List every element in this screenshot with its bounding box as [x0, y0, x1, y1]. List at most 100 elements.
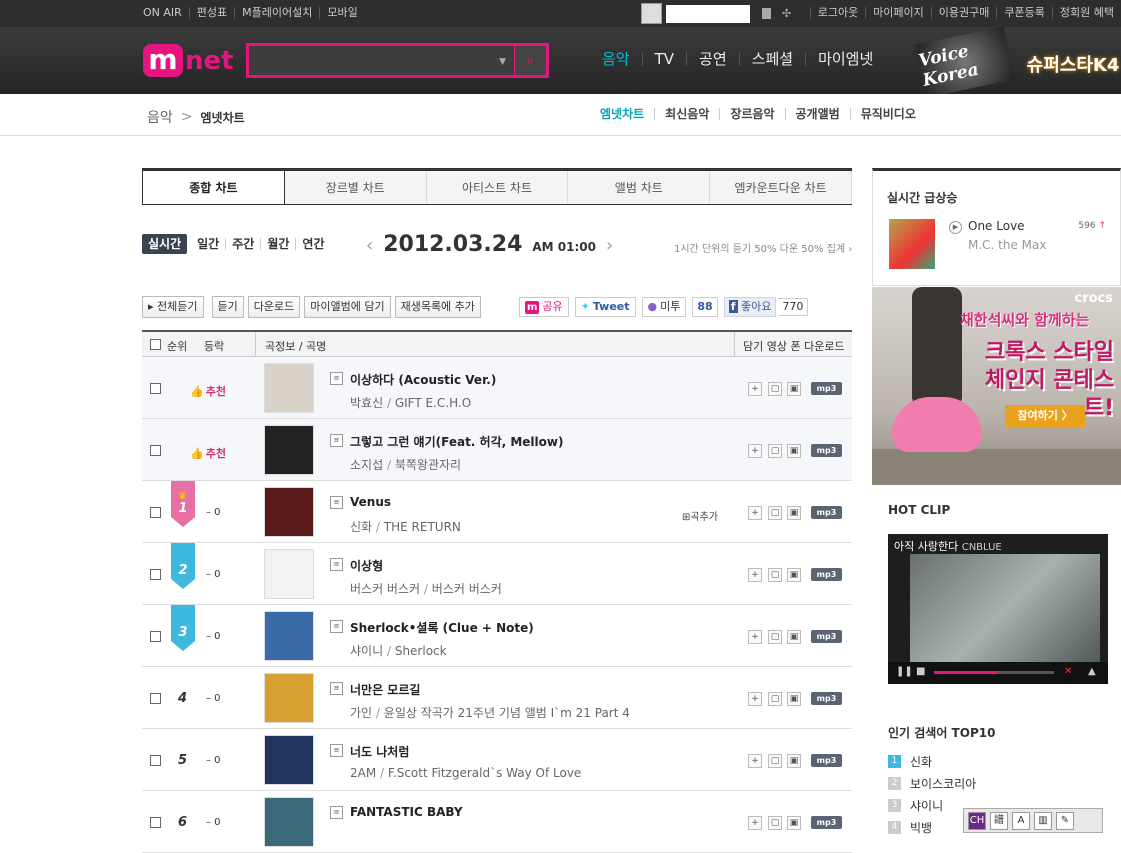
row-checkbox[interactable] [150, 631, 161, 642]
add-icon[interactable]: + [748, 382, 762, 396]
mute-icon[interactable]: ✕ [1064, 666, 1072, 677]
phone-icon[interactable]: ▣ [787, 754, 801, 768]
user-name-box[interactable] [666, 5, 750, 23]
search-dropdown-icon[interactable]: ▼ [499, 57, 506, 67]
tweet-button[interactable]: ✦ Tweet [574, 297, 636, 317]
artist-name[interactable]: 버스커 버스커 [350, 582, 420, 596]
phone-icon[interactable]: ▣ [787, 816, 801, 830]
add-to-playlist-button[interactable]: 재생목록에 추가 [394, 296, 481, 318]
add-icon[interactable]: + [748, 568, 762, 582]
phone-icon[interactable]: ▣ [787, 382, 801, 396]
album-name[interactable]: GIFT E.C.H.O [395, 396, 471, 410]
metoo-button[interactable]: ● 미투 [641, 297, 687, 317]
song-title[interactable]: Sherlock•셜록 (Clue + Note) [350, 619, 534, 636]
album-thumb[interactable] [264, 363, 314, 413]
search-icon[interactable]: ⌕ [514, 46, 546, 75]
video-icon[interactable]: ▢ [768, 382, 782, 396]
mp3-download-button[interactable]: mp3 [811, 692, 842, 705]
search-input[interactable]: ▼ ⌕ [246, 43, 549, 78]
song-title[interactable]: 그렇고 그런 얘기(Feat. 허각, Mellow) [350, 433, 563, 450]
pause-icon[interactable]: ❚❚ [896, 666, 913, 677]
keyword-text[interactable]: 샤이니 [910, 797, 943, 814]
add-to-my-album-button[interactable]: 마이앨범에 담기 [304, 296, 391, 318]
row-checkbox[interactable] [150, 383, 161, 394]
video-screen[interactable] [910, 554, 1100, 664]
keyword-item[interactable]: 1 신화 [888, 753, 932, 770]
artist-name[interactable]: 가인 [350, 706, 372, 720]
add-icon[interactable]: + [748, 816, 762, 830]
song-title[interactable]: Venus [350, 495, 391, 509]
ime-char-button[interactable]: A [1012, 811, 1030, 830]
album-thumb[interactable] [264, 611, 314, 661]
settings-icon[interactable]: ✣ [782, 7, 791, 20]
fullscreen-icon[interactable]: ▲ [1088, 666, 1096, 677]
album-thumb[interactable] [264, 549, 314, 599]
breadcrumb-root[interactable]: 음악 [147, 107, 173, 127]
keyword-text[interactable]: 빅뱅 [910, 819, 932, 836]
play-all-button[interactable]: ▸ 전체듣기 [142, 296, 204, 318]
phone-icon[interactable]: ▣ [787, 444, 801, 458]
keyword-item[interactable]: 4 빅뱅 [888, 819, 932, 836]
album-name[interactable]: F.Scott Fitzgerald`s Way Of Love [388, 766, 581, 780]
video-icon[interactable]: ▢ [768, 754, 782, 768]
period-weekly[interactable]: 주간 [225, 238, 260, 250]
album-thumb[interactable] [264, 797, 314, 847]
buy-pass-link[interactable]: 이용권구매 [930, 7, 997, 19]
phone-icon[interactable]: ▣ [787, 506, 801, 520]
next-date-icon[interactable]: › [606, 235, 613, 256]
facebook-like[interactable]: f 좋아요 770 [723, 297, 809, 317]
mp3-download-button[interactable]: mp3 [811, 506, 842, 519]
ad-participate-button[interactable]: 참여하기 〉 [1005, 405, 1085, 427]
mypage-link[interactable]: 마이페이지 [865, 7, 931, 19]
lyrics-icon[interactable]: ≡ [330, 620, 343, 633]
download-button[interactable]: 다운로드 [247, 296, 301, 318]
video-icon[interactable]: ▢ [768, 630, 782, 644]
album-thumb[interactable] [264, 735, 314, 785]
mp3-download-button[interactable]: mp3 [811, 816, 842, 829]
video-icon[interactable]: ▢ [768, 568, 782, 582]
artist-name[interactable]: 박효신 [350, 396, 383, 410]
submenu-genre-music[interactable]: 장르음악 [719, 108, 784, 120]
album-thumb[interactable] [264, 673, 314, 723]
on-air-link[interactable]: ON AIR [143, 7, 189, 19]
period-daily[interactable]: 일간 [191, 238, 225, 250]
album-name[interactable]: 윤일상 작곡가 21주년 기념 앨범 I`m 21 Part 4 [384, 706, 630, 720]
ime-hanja-button[interactable]: 譜 [990, 811, 1008, 830]
crocs-ad-banner[interactable]: crocs 채한석씨와 함께하는 크록스 스타일 체인지 콘테스트! 참여하기 〉 [872, 287, 1121, 485]
rise-artist[interactable]: M.C. the Max [968, 238, 1047, 252]
artist-name[interactable]: 소지섭 [350, 458, 383, 472]
nav-my-mnet[interactable]: 마이엠넷 [805, 52, 885, 67]
mp3-download-button[interactable]: mp3 [811, 444, 842, 457]
lyrics-icon[interactable]: ≡ [330, 434, 343, 447]
nav-concert[interactable]: 공연 [686, 52, 739, 67]
keyword-text[interactable]: 보이스코리아 [910, 775, 976, 792]
mp3-download-button[interactable]: mp3 [811, 630, 842, 643]
superstar-k4-banner[interactable]: 슈퍼스타K4 [1025, 37, 1121, 91]
keyword-item[interactable]: 3 샤이니 [888, 797, 943, 814]
prev-date-icon[interactable]: ‹ [366, 235, 373, 256]
row-checkbox[interactable] [150, 755, 161, 766]
period-monthly[interactable]: 월간 [260, 238, 295, 250]
listen-button[interactable]: 듣기 [211, 296, 244, 318]
tab-overall-chart[interactable]: 종합 차트 [142, 171, 285, 204]
lyrics-icon[interactable]: ≡ [330, 806, 343, 819]
mobile-link[interactable]: 모바일 [319, 7, 364, 19]
submenu-public-album[interactable]: 공개앨범 [784, 108, 850, 120]
nav-special[interactable]: 스페셜 [738, 52, 805, 67]
mp3-download-button[interactable]: mp3 [811, 754, 842, 767]
lyrics-icon[interactable]: ≡ [330, 372, 343, 385]
phone-icon[interactable]: ▣ [787, 630, 801, 644]
keyword-text[interactable]: 신화 [910, 753, 932, 770]
video-icon[interactable]: ▢ [768, 506, 782, 520]
row-checkbox[interactable] [150, 817, 161, 828]
phone-icon[interactable]: ▣ [787, 692, 801, 706]
tab-artist-chart[interactable]: 아티스트 차트 [426, 171, 569, 204]
lyrics-icon[interactable]: ≡ [330, 558, 343, 571]
row-checkbox[interactable] [150, 507, 161, 518]
aggregation-note[interactable]: 1시간 단위의 듣기 50% 다운 50% 집계 › [674, 240, 852, 255]
mplayer-install-link[interactable]: M플레이어설치 [234, 7, 319, 19]
submenu-music-video[interactable]: 뮤직비디오 [849, 108, 926, 120]
ime-options-button[interactable]: ✎ [1056, 811, 1074, 830]
schedule-link[interactable]: 편성표 [188, 7, 234, 19]
coupon-link[interactable]: 쿠폰등록 [996, 7, 1051, 19]
